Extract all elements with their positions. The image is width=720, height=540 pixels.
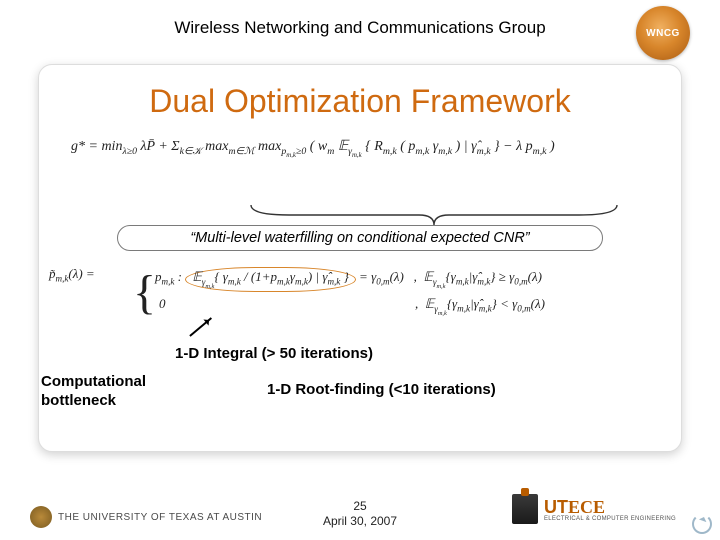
slide-card: Dual Optimization Framework g* = minλ≥0 …	[38, 64, 682, 452]
piecewise-lhs: p̃m,k(λ) =	[49, 266, 95, 281]
slide-title: Dual Optimization Framework	[67, 83, 653, 120]
ut-tower-icon	[512, 494, 538, 524]
quote-text: “Multi-level waterfilling on conditional…	[117, 225, 603, 251]
utece-ece: ECE	[568, 497, 605, 517]
utece-ut: UT	[544, 497, 568, 517]
ut-ece-logo: UTECE ELECTRICAL & COMPUTER ENGINEERING	[512, 492, 676, 526]
footer-date: April 30, 2007	[323, 514, 397, 528]
page-number: 25	[353, 499, 366, 513]
reload-icon[interactable]	[692, 514, 712, 534]
equation-main: g* = minλ≥0 λP̄ + Σk∈𝒦 maxm∈ℳ maxpm,k≥0 …	[71, 138, 653, 159]
utece-subtitle: ELECTRICAL & COMPUTER ENGINEERING	[544, 516, 676, 522]
header-group-name: Wireless Networking and Communications G…	[0, 18, 720, 38]
wncg-logo: WNCG	[636, 6, 690, 60]
annotation-integral: 1-D Integral (> 50 iterations)	[175, 345, 373, 362]
left-brace-icon: {	[133, 259, 156, 326]
annotation-bottleneck: Computational bottleneck	[41, 373, 146, 411]
fraction-highlight: 𝔼γm,k{ γm,k / (1+pm,kγm,k) | γ̂m,k }	[185, 267, 356, 292]
piecewise-row-2: 0 , 𝔼γm,k{γm,k|γ̂m,k} < γ0,m(λ)	[159, 295, 166, 313]
curly-brace-icon	[249, 203, 619, 227]
annotation-rootfinding: 1-D Root-finding (<10 iterations)	[267, 381, 496, 398]
equation-piecewise: p̃m,k(λ) = { pm,k : 𝔼γm,k{ γm,k / (1+pm,…	[49, 265, 95, 285]
piecewise-row-1: pm,k : 𝔼γm,k{ γm,k / (1+pm,kγm,k) | γ̂m,…	[155, 267, 542, 292]
